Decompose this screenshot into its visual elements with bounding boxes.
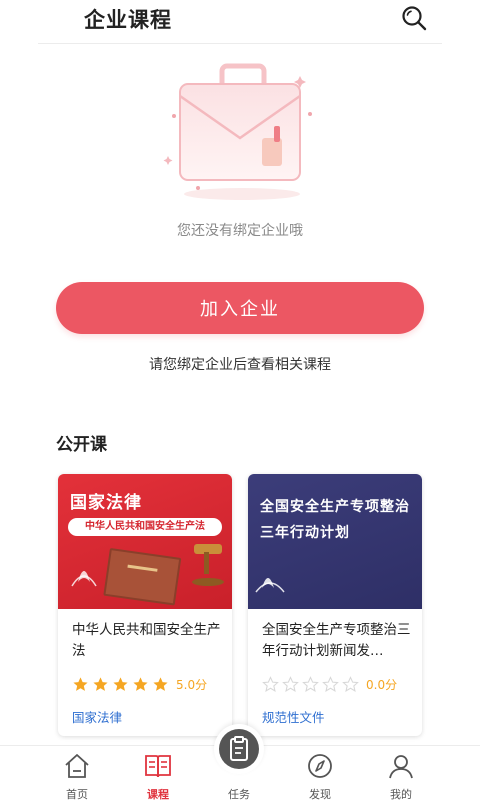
rating-stars: 0.0分	[262, 674, 397, 694]
nav-item-home[interactable]: 首页	[47, 746, 107, 801]
empty-state-illustration	[150, 56, 330, 206]
banner-heading: 国家法律	[70, 493, 142, 513]
home-icon	[65, 754, 89, 778]
star-icon	[93, 676, 108, 691]
star-icon	[133, 676, 148, 691]
rating-stars: 5.0分	[72, 674, 207, 694]
banner-subtitle: 中华人民共和国安全生产法	[85, 521, 205, 532]
header-divider	[38, 43, 442, 44]
star-icon	[153, 676, 168, 691]
task-bubble-inner	[219, 729, 259, 769]
rating-score: 5.0分	[176, 677, 208, 692]
course-thumbnail: 国家法律 中华人民共和国安全生产法	[58, 474, 232, 609]
search-button[interactable]	[400, 4, 430, 34]
course-tag[interactable]: 规范性文件	[262, 707, 325, 726]
brand-mark-icon	[255, 578, 285, 593]
nav-item-mine[interactable]: 我的	[371, 746, 431, 801]
course-thumbnail: 全国安全生产专项整治 三年行动计划	[248, 474, 422, 609]
star-icon	[113, 676, 128, 691]
nav-item-discover[interactable]: 发现	[290, 746, 350, 801]
empty-message: 您还没有绑定企业哦	[177, 223, 303, 239]
section-title: 公开课	[56, 435, 107, 455]
task-icon	[230, 736, 248, 761]
course-title: 中华人民共和国安全生产法	[72, 622, 221, 659]
banner-line: 全国安全生产专项整治	[260, 499, 410, 515]
course-tag[interactable]: 国家法律	[72, 707, 122, 726]
star-icon	[73, 676, 88, 691]
nav-item-courses[interactable]: 课程	[128, 746, 188, 801]
star-empty-icon	[322, 675, 339, 692]
course-card[interactable]: 国家法律 中华人民共和国安全生产法 中华人民共和国安全生产法 5.0分 国家法律	[58, 474, 232, 736]
book-icon	[145, 755, 171, 778]
rating-score: 0.0分	[366, 677, 398, 692]
star-empty-icon	[302, 675, 319, 692]
briefcase-icon	[163, 63, 312, 200]
star-empty-icon	[262, 675, 279, 692]
search-icon	[402, 6, 427, 31]
course-title: 全国安全生产专项整治三年行动计划新闻发…	[262, 622, 411, 659]
star-empty-icon	[342, 675, 359, 692]
banner-line: 三年行动计划	[260, 525, 350, 541]
course-card[interactable]: 全国安全生产专项整治 三年行动计划 全国安全生产专项整治三年行动计划新闻发… 0…	[248, 474, 422, 736]
task-button[interactable]	[214, 724, 264, 774]
compass-icon	[308, 754, 332, 778]
bind-hint: 请您绑定企业后查看相关课程	[149, 357, 331, 373]
join-enterprise-button[interactable]: 加入企业	[56, 282, 424, 334]
star-empty-icon	[282, 675, 299, 692]
page-title: 企业课程	[84, 8, 172, 32]
user-icon	[389, 755, 413, 779]
app-header: 企业课程	[0, 0, 480, 44]
